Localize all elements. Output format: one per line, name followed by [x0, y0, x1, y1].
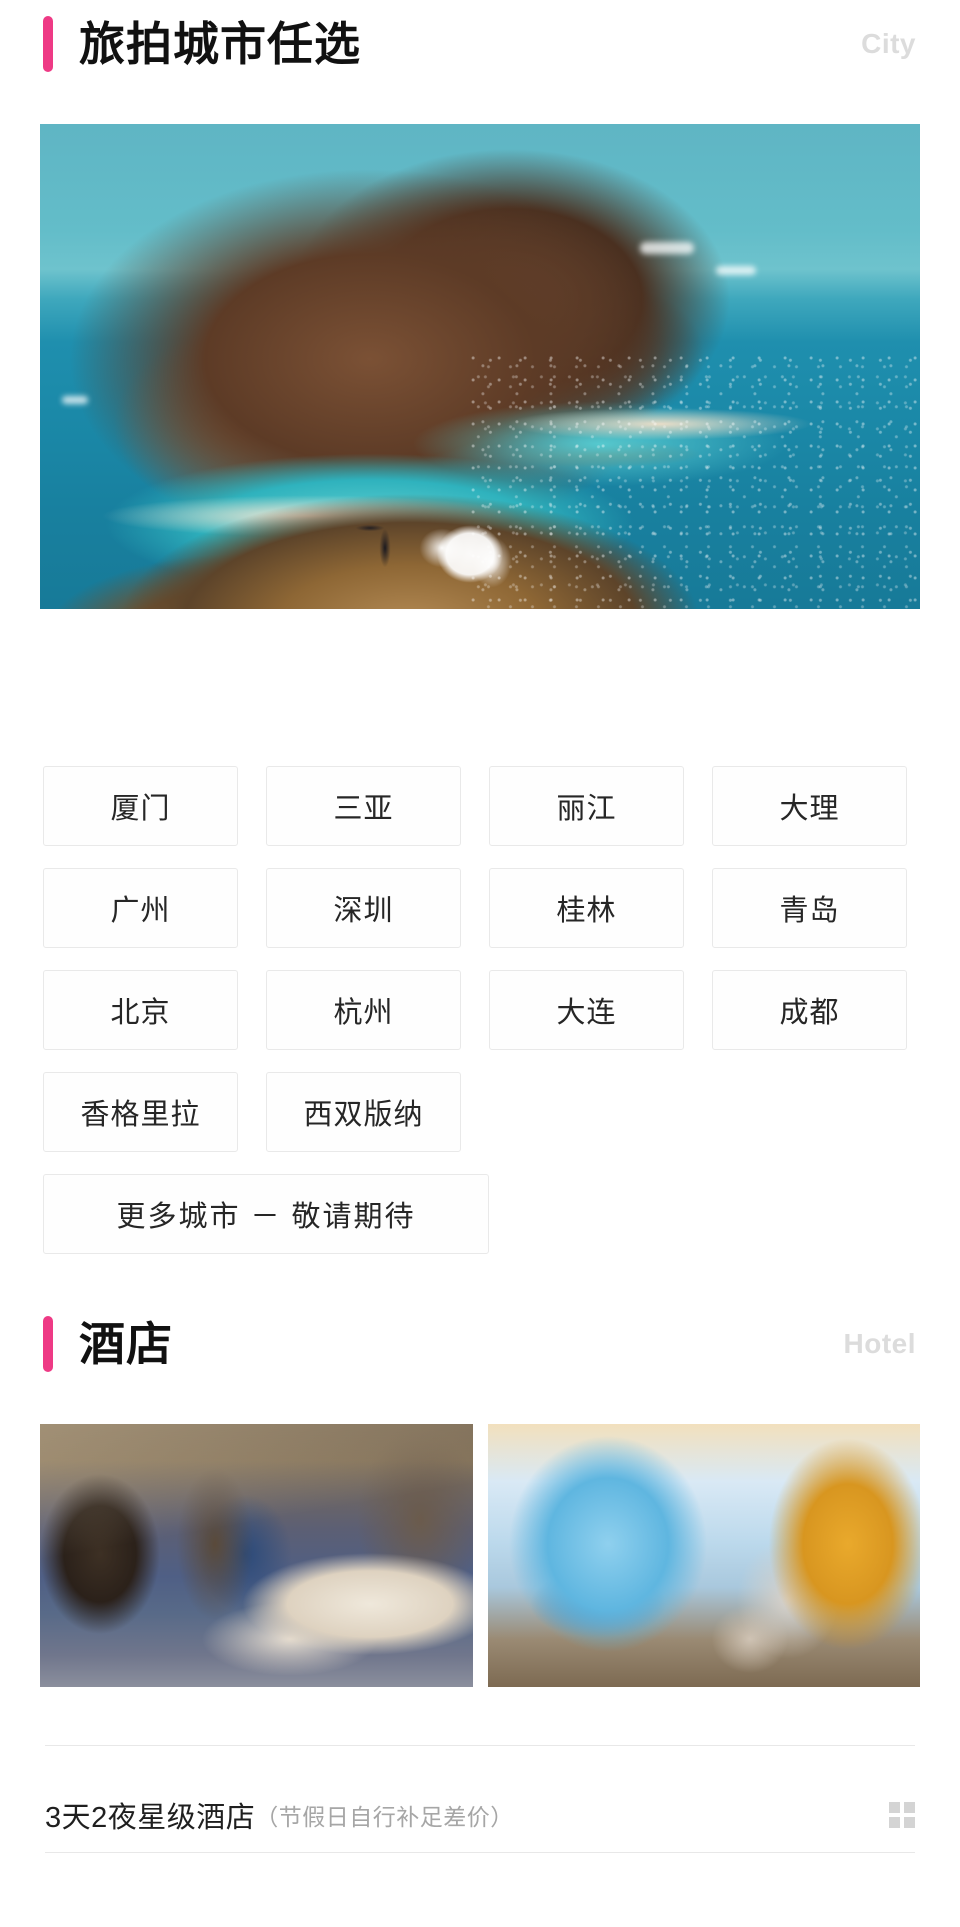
city-hero-image[interactable]: [40, 124, 920, 609]
hotel-caption-row: 3天2夜星级酒店 （节假日自行补足差价）: [45, 1787, 915, 1843]
city-button-label: 深圳: [333, 895, 394, 927]
city-grid: 厦门 三亚 丽江 大理广州 深圳 桂林 青岛北京 杭州 大连 成都香格里拉 西双版纳更多城市 － 敬…: [43, 766, 917, 1254]
city-button-label: 成都: [779, 997, 840, 1029]
city-button-label: 厦门: [110, 793, 171, 825]
city-button-label: 西双版纳: [303, 1099, 424, 1131]
city-button-4[interactable]: 广州: [43, 868, 238, 948]
city-button-label: 三亚: [333, 793, 394, 825]
hotel-photo-gallery: [40, 1424, 920, 1687]
hotel-section-header: 酒店 Hotel: [0, 1300, 960, 1388]
city-button-1[interactable]: 三亚: [266, 766, 461, 846]
city-button-label: 桂林: [556, 895, 617, 927]
city-section-subtitle: City: [861, 28, 916, 59]
city-button-label: 北京: [110, 997, 171, 1029]
grid-2x2-icon[interactable]: [889, 1802, 915, 1828]
city-button-9[interactable]: 杭州: [266, 970, 461, 1050]
city-button-label: 大理: [779, 793, 840, 825]
city-button-label: 青岛: [779, 895, 840, 927]
city-button-label: 杭州: [333, 997, 394, 1029]
hotel-title: 酒店: [79, 1318, 173, 1370]
page-title: 旅拍城市任选: [79, 18, 361, 70]
city-button-10[interactable]: 大连: [489, 970, 684, 1050]
caption-divider-bottom: [45, 1852, 915, 1853]
hero-photo: [40, 124, 920, 609]
city-button-label: 更多城市 － 敬请期待: [116, 1201, 416, 1233]
city-button-14[interactable]: 更多城市 － 敬请期待: [43, 1174, 489, 1254]
cloud-icon: [716, 266, 756, 275]
city-button-label: 大连: [556, 997, 617, 1029]
hotel-caption-note: （节假日自行补足差价）: [255, 1804, 514, 1830]
hotel-caption-main: 3天2夜星级酒店: [45, 1802, 256, 1834]
caption-divider-top: [45, 1745, 915, 1746]
city-button-13[interactable]: 西双版纳: [266, 1072, 461, 1152]
accent-bar-icon: [43, 16, 53, 72]
cloud-icon: [62, 396, 88, 404]
grid-cell: [889, 1802, 900, 1813]
city-button-5[interactable]: 深圳: [266, 868, 461, 948]
hotel-photo-2[interactable]: [487, 1424, 920, 1687]
city-button-12[interactable]: 香格里拉: [43, 1072, 238, 1152]
city-button-6[interactable]: 桂林: [489, 868, 684, 948]
hotel-section-subtitle: Hotel: [843, 1328, 916, 1359]
city-button-0[interactable]: 厦门: [43, 766, 238, 846]
accent-bar-icon: [43, 1316, 53, 1372]
city-button-2[interactable]: 丽江: [489, 766, 684, 846]
city-button-3[interactable]: 大理: [712, 766, 907, 846]
city-button-11[interactable]: 成都: [712, 970, 907, 1050]
hotel-photo-1[interactable]: [40, 1424, 473, 1687]
city-section-header: 旅拍城市任选 City: [0, 0, 960, 88]
city-button-label: 香格里拉: [80, 1099, 201, 1131]
grid-cell: [904, 1817, 915, 1828]
grid-cell: [889, 1817, 900, 1828]
city-button-label: 丽江: [556, 793, 617, 825]
city-button-8[interactable]: 北京: [43, 970, 238, 1050]
cloud-icon: [640, 242, 694, 254]
city-button-7[interactable]: 青岛: [712, 868, 907, 948]
city-button-label: 广州: [110, 895, 171, 927]
grid-cell: [904, 1802, 915, 1813]
